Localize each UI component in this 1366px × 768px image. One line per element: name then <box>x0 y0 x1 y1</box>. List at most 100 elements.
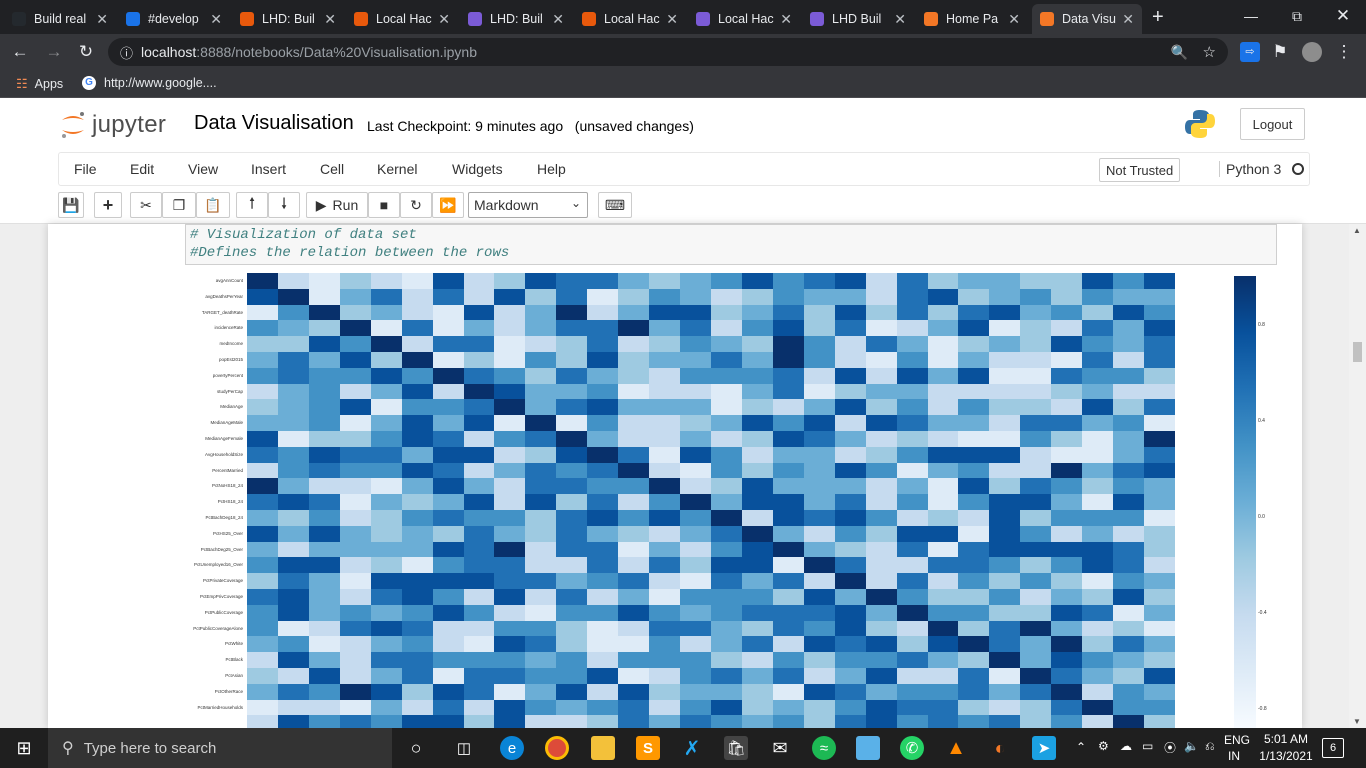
move-up-icon[interactable]: 🠑 <box>236 192 268 218</box>
close-tab-icon[interactable]: ✕ <box>552 11 564 28</box>
heatmap-cell <box>649 604 681 621</box>
browser-tab[interactable]: Build real ✕ <box>4 4 116 34</box>
notebook-title[interactable]: Data Visualisation <box>194 112 354 135</box>
new-tab-button[interactable]: + <box>1152 6 1164 29</box>
menu-cell[interactable]: Cell <box>320 161 344 177</box>
browser-tab[interactable]: LHD: Buil ✕ <box>232 4 344 34</box>
jupyter-taskbar-icon[interactable]: ◐ <box>988 736 1012 760</box>
close-tab-icon[interactable]: ✕ <box>438 11 450 28</box>
heatmap-cell <box>1051 510 1083 527</box>
wifi-icon[interactable]: ⦿ <box>1164 739 1176 756</box>
close-tab-icon[interactable]: ✕ <box>894 11 906 28</box>
heatmap-cell <box>649 620 681 637</box>
jupyter-logo[interactable]: jupyter <box>60 110 166 140</box>
menu-insert[interactable]: Insert <box>251 161 286 177</box>
heatmap-cell <box>803 336 836 353</box>
taskbar-search[interactable]: ⚲ Type here to search <box>48 728 392 768</box>
chrome-icon[interactable] <box>545 736 569 760</box>
menu-file[interactable]: File <box>74 161 97 177</box>
browser-tab[interactable]: LHD: Buil ✕ <box>460 4 572 34</box>
restart-icon[interactable]: ↻ <box>400 192 432 218</box>
close-tab-icon[interactable]: ✕ <box>780 11 792 28</box>
windows-start-icon[interactable]: ⊞ <box>12 736 36 760</box>
minimize-icon[interactable]: — <box>1228 0 1274 32</box>
clock-time[interactable]: 5:01 AM <box>1260 732 1312 746</box>
cell-type-select[interactable]: Markdown ⌄ <box>468 192 588 218</box>
zoom-icon[interactable]: 🔍 <box>1171 44 1188 61</box>
menu-view[interactable]: View <box>188 161 218 177</box>
back-icon[interactable]: ← <box>10 42 30 62</box>
task-view-icon[interactable]: ◫ <box>452 736 476 760</box>
show-hidden-icons[interactable]: ⌃ <box>1076 740 1086 754</box>
onedrive-icon[interactable]: ☁ <box>1120 739 1132 753</box>
close-tab-icon[interactable]: ✕ <box>324 11 336 28</box>
app-icon[interactable] <box>856 736 880 760</box>
menu-widgets[interactable]: Widgets <box>452 161 503 177</box>
bookmark-star-icon[interactable]: ☆ <box>1203 43 1216 61</box>
notification-center-icon[interactable]: 6 <box>1322 738 1344 758</box>
address-bar[interactable]: ⓘ localhost:8888/notebooks/Data%20Visual… <box>108 38 1228 66</box>
restart-run-all-icon[interactable]: ⏩ <box>432 192 464 218</box>
close-tab-icon[interactable]: ✕ <box>1008 11 1020 28</box>
command-palette-icon[interactable]: ⌨ <box>598 192 632 218</box>
sublime-text-icon[interactable]: S <box>636 736 660 760</box>
browser-tab[interactable]: #develop ✕ <box>118 4 230 34</box>
vscode-icon[interactable]: ✗ <box>680 736 704 760</box>
volume-icon[interactable]: 🔈 <box>1184 739 1199 753</box>
interrupt-icon[interactable]: ■ <box>368 192 400 218</box>
code-cell[interactable]: # Visualization of data set #Defines the… <box>185 224 1277 265</box>
browser-tab[interactable]: Data Visu ✕ <box>1032 4 1142 34</box>
extension-icon[interactable]: ⇨ <box>1240 42 1260 62</box>
bookmark-apps[interactable]: ☷ Apps <box>16 76 63 92</box>
clock-date[interactable]: 1/13/2021 <box>1254 749 1318 763</box>
extensions-puzzle-icon[interactable]: ⚑ <box>1270 42 1290 62</box>
store-icon[interactable]: 🛍 <box>724 736 748 760</box>
browser-menu-icon[interactable]: ⋮ <box>1334 42 1354 62</box>
forward-icon[interactable]: → <box>44 42 64 62</box>
file-explorer-icon[interactable] <box>591 736 615 760</box>
close-tab-icon[interactable]: ✕ <box>666 11 678 28</box>
scrollbar-thumb[interactable] <box>1353 342 1362 362</box>
close-tab-icon[interactable]: ✕ <box>96 11 108 28</box>
heatmap-cell <box>1113 604 1145 621</box>
close-window-icon[interactable]: ✕ <box>1320 0 1366 32</box>
menu-kernel[interactable]: Kernel <box>377 161 417 177</box>
browser-tab[interactable]: LHD Buil ✕ <box>802 4 914 34</box>
page-scrollbar[interactable]: ▲ ▼ <box>1349 224 1366 728</box>
browser-tab[interactable]: Home Pa ✕ <box>916 4 1028 34</box>
tray-app-icon[interactable]: ⚙ <box>1098 739 1109 753</box>
battery-icon[interactable]: ▭ <box>1142 739 1153 753</box>
insert-cell-icon[interactable]: + <box>94 192 122 218</box>
menu-help[interactable]: Help <box>537 161 566 177</box>
reload-icon[interactable]: ↻ <box>76 42 96 62</box>
close-tab-icon[interactable]: ✕ <box>1122 11 1134 28</box>
trust-button[interactable]: Not Trusted <box>1099 158 1181 182</box>
cut-icon[interactable]: ✂ <box>130 192 162 218</box>
close-tab-icon[interactable]: ✕ <box>210 11 222 28</box>
logout-button[interactable]: Logout <box>1240 108 1305 140</box>
scroll-down-icon[interactable]: ▼ <box>1353 717 1361 726</box>
app-arrow-icon[interactable]: ➤ <box>1032 736 1056 760</box>
move-down-icon[interactable]: 🠓 <box>268 192 300 218</box>
browser-tab[interactable]: Local Hac ✕ <box>346 4 458 34</box>
scroll-up-icon[interactable]: ▲ <box>1353 226 1361 235</box>
site-info-icon[interactable]: ⓘ <box>120 43 133 62</box>
spotify-icon[interactable]: ≈ <box>812 736 836 760</box>
run-button[interactable]: ▶ Run <box>306 192 368 218</box>
profile-avatar[interactable] <box>1302 42 1322 62</box>
menu-edit[interactable]: Edit <box>130 161 154 177</box>
vlc-icon[interactable]: ▲ <box>944 736 968 760</box>
whatsapp-icon[interactable]: ✆ <box>900 736 924 760</box>
mail-icon[interactable]: ✉ <box>768 736 792 760</box>
network-icon[interactable]: ⎌ <box>1205 739 1215 754</box>
browser-tab[interactable]: Local Hac ✕ <box>574 4 686 34</box>
save-icon[interactable]: 💾 <box>58 192 84 218</box>
paste-icon[interactable]: 📋 <box>196 192 230 218</box>
copy-icon[interactable]: ❐ <box>162 192 196 218</box>
browser-tab[interactable]: Local Hac ✕ <box>688 4 800 34</box>
cortana-icon[interactable]: ○ <box>404 736 428 760</box>
edge-icon[interactable]: e <box>500 736 524 760</box>
restore-icon[interactable]: ⧉ <box>1274 0 1320 32</box>
language-indicator[interactable]: ENG <box>1224 733 1250 747</box>
bookmark-google[interactable]: G http://www.google.... <box>82 76 217 90</box>
